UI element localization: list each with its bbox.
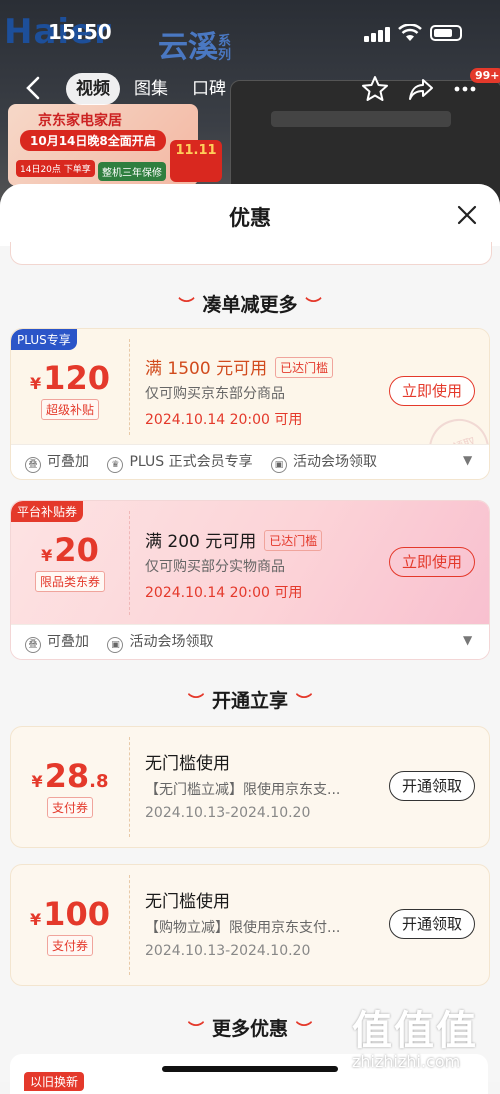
coupon-amount: ¥120 [30,359,110,397]
status-bar: 15:50 [0,0,500,62]
sheet-title: 优惠 [229,206,271,230]
coupon-tag: 超级补贴 [40,399,99,420]
chevron-down-icon[interactable]: ▼ [463,453,472,467]
star-favorite-icon[interactable] [360,74,390,104]
activate-claim-button[interactable]: 开通领取 [389,909,475,939]
watermark: 值值值 zhizhizhi.com [352,1008,478,1071]
coupon-footer: 叠可叠加 ♛ PLUS 正式会员专享 ▣ 活动会场领取 ▼ [11,444,489,479]
double11-badge: 11.11 [170,140,222,182]
coupon-card: 平台补贴券 ¥20 限品类东券 满 200 元可用 已达门槛 仅可购买部分实物商品… [10,500,490,660]
section-title: ︶ 开通立享 ︶ [187,690,313,712]
coupon-card: ¥100 支付券 无门槛使用 【购物立减】限使用京东支付... 2024.10.… [10,864,490,986]
top-navigation: 视频 图集 口碑 [0,68,500,110]
wifi-icon [398,24,422,41]
media-tabs: 视频 图集 口碑 [66,73,236,105]
venue-icon: ▣ [107,637,124,653]
use-now-button[interactable]: 立即使用 [389,376,475,406]
tab-gallery[interactable]: 图集 [124,73,178,105]
tab-video[interactable]: 视频 [66,73,120,105]
battery-icon [430,25,462,41]
coupon-title: 满 200 元可用 已达门槛 [145,527,323,552]
coupon-card: PLUS专享 ¥120 超级补贴 满 1500 元可用 已达门槛 仅可购买京东部分… [10,328,490,480]
coupon-description: 【购物立减】限使用京东支付... [145,920,341,936]
coupon-description: 仅可购买京东部分商品 [145,386,285,402]
coupon-amount: ¥100 [30,895,110,933]
chevron-down-icon[interactable]: ▼ [463,633,472,647]
activate-claim-button[interactable]: 开通领取 [389,771,475,801]
use-now-button[interactable]: 立即使用 [389,547,475,577]
coupon-tag: 支付券 [46,935,93,956]
stack-icon: 叠 [25,637,41,653]
coupon-tag: 支付券 [46,797,93,818]
share-icon[interactable] [406,74,436,104]
coupon-date: 2024.10.14 20:00 可用 [145,412,303,428]
close-icon[interactable] [454,202,480,228]
venue-icon: ▣ [271,457,288,473]
coupon-title: 无门槛使用 [145,754,230,774]
coupon-title: 满 1500 元可用 已达门槛 [145,354,334,379]
clock: 15:50 [48,20,112,44]
coupon-date: 2024.10.14 20:00 可用 [145,585,303,601]
coupon-ribbon: PLUS专享 [11,329,77,350]
coupon-card: ¥28.8 支付券 无门槛使用 【无门槛立减】限使用京东支... 2024.10… [10,726,490,848]
back-arrow-icon[interactable] [22,74,46,102]
cellular-signal-icon [364,26,390,42]
message-count-badge: 99+ [470,68,500,83]
coupon-date: 2024.10.13-2024.10.20 [145,943,311,959]
coupon-tag: 限品类东券 [34,571,105,592]
coupon-amount: ¥20 [41,531,99,569]
coupon-description: 仅可购买部分实物商品 [145,559,285,575]
stack-icon: 叠 [25,457,41,473]
coupon-footer: 叠可叠加 ▣ 活动会场领取 ▼ [11,624,489,659]
previous-card-edge [10,242,492,265]
coupon-amount: ¥28.8 [31,757,109,795]
coupon-ribbon: 平台补贴券 [11,501,84,522]
coupon-description: 【无门槛立减】限使用京东支... [145,782,341,798]
discount-sheet: 优惠 ︶ 凑单减更多 ︶ PLUS专享 ¥120 超级补贴 满 1500 元可用 已达… [0,184,500,1082]
sheet-header: 优惠 [0,184,500,246]
coupon-date: 2024.10.13-2024.10.20 [145,805,311,821]
home-indicator [162,1066,338,1072]
tab-reviews[interactable]: 口碑 [182,73,236,105]
section-title: ︶ 凑单减更多 ︶ [178,294,322,316]
coupon-title: 无门槛使用 [145,892,230,912]
crown-icon: ♛ [107,457,124,473]
